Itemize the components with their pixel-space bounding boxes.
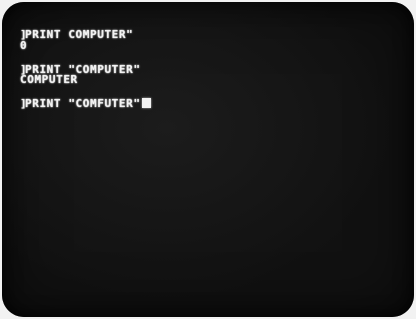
command-input-text[interactable]: PRINT "COMFUTER" — [25, 97, 141, 110]
output-text: 0 — [20, 39, 28, 52]
text-cursor — [141, 98, 151, 108]
output-line-2: COMPUTER — [20, 74, 78, 85]
command-text: PRINT COMPUTER" — [25, 28, 134, 41]
crt-screen[interactable]: ]PRINT COMPUTER" 0 ]PRINT "COMPUTER" COM… — [2, 2, 414, 317]
output-line-1: 0 — [20, 40, 27, 51]
output-text: COMPUTER — [20, 73, 78, 86]
screen-glow — [2, 2, 414, 317]
monitor-frame: ]PRINT COMPUTER" 0 ]PRINT "COMPUTER" COM… — [0, 0, 416, 319]
command-line-3[interactable]: ]PRINT "COMFUTER" — [20, 98, 151, 109]
command-line-1: ]PRINT COMPUTER" — [20, 29, 133, 40]
